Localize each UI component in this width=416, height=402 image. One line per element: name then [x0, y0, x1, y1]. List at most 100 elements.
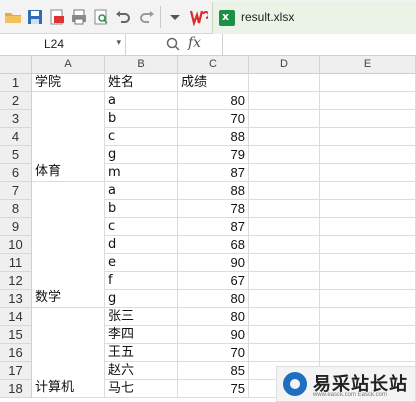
row-header-16[interactable]: 16	[0, 344, 32, 362]
cell-E6[interactable]	[320, 164, 416, 182]
cell-D10[interactable]	[249, 236, 320, 254]
row-header-11[interactable]: 11	[0, 254, 32, 272]
cell-D16[interactable]	[249, 344, 320, 362]
score-cell[interactable]: 70	[178, 344, 249, 362]
cell-E8[interactable]	[320, 200, 416, 218]
cell-E2[interactable]	[320, 92, 416, 110]
cell-E16[interactable]	[320, 344, 416, 362]
cell-D12[interactable]	[249, 272, 320, 290]
cell-D2[interactable]	[249, 92, 320, 110]
header-college[interactable]: 学院	[32, 74, 105, 92]
name-cell[interactable]: 马七	[105, 380, 178, 398]
score-cell[interactable]: 88	[178, 182, 249, 200]
print-preview-icon[interactable]	[92, 8, 110, 26]
cell-D11[interactable]	[249, 254, 320, 272]
row-header-12[interactable]: 12	[0, 272, 32, 290]
cell-D5[interactable]	[249, 146, 320, 164]
cell-E12[interactable]	[320, 272, 416, 290]
more-dropdown-icon[interactable]	[166, 8, 184, 26]
row-header-18[interactable]: 18	[0, 380, 32, 398]
score-cell[interactable]: 79	[178, 146, 249, 164]
file-tab[interactable]: x result.xlsx	[212, 2, 416, 34]
row-header-14[interactable]: 14	[0, 308, 32, 326]
row-header-10[interactable]: 10	[0, 236, 32, 254]
row-header-5[interactable]: 5	[0, 146, 32, 164]
merged-college-cell[interactable]: 体育	[32, 92, 105, 182]
cell-E13[interactable]	[320, 290, 416, 308]
name-cell[interactable]: a	[105, 92, 178, 110]
cell-E15[interactable]	[320, 326, 416, 344]
score-cell[interactable]: 80	[178, 290, 249, 308]
select-all-corner[interactable]	[0, 56, 32, 74]
cell-E9[interactable]	[320, 218, 416, 236]
score-cell[interactable]: 87	[178, 164, 249, 182]
cell-E7[interactable]	[320, 182, 416, 200]
merged-college-cell[interactable]: 数学	[32, 182, 105, 308]
export-pdf-icon[interactable]	[48, 8, 66, 26]
cell-E4[interactable]	[320, 128, 416, 146]
row-header-13[interactable]: 13	[0, 290, 32, 308]
row-header-9[interactable]: 9	[0, 218, 32, 236]
name-cell[interactable]: e	[105, 254, 178, 272]
column-header-E[interactable]: E	[320, 56, 416, 74]
save-icon[interactable]	[26, 8, 44, 26]
name-cell[interactable]: g	[105, 146, 178, 164]
cell-E3[interactable]	[320, 110, 416, 128]
open-folder-icon[interactable]	[4, 8, 22, 26]
row-header-3[interactable]: 3	[0, 110, 32, 128]
formula-input[interactable]	[222, 34, 416, 55]
insert-function-button[interactable]: fx	[188, 35, 201, 51]
name-cell[interactable]: d	[105, 236, 178, 254]
score-cell[interactable]: 88	[178, 128, 249, 146]
merged-college-cell[interactable]: 计算机	[32, 308, 105, 398]
name-cell[interactable]: b	[105, 200, 178, 218]
row-header-15[interactable]: 15	[0, 326, 32, 344]
cell-E10[interactable]	[320, 236, 416, 254]
row-header-17[interactable]: 17	[0, 362, 32, 380]
cell-D13[interactable]	[249, 290, 320, 308]
cell-D1[interactable]	[249, 74, 320, 92]
column-header-D[interactable]: D	[249, 56, 320, 74]
score-cell[interactable]: 85	[178, 362, 249, 380]
cell-D7[interactable]	[249, 182, 320, 200]
cell-E14[interactable]	[320, 308, 416, 326]
row-header-6[interactable]: 6	[0, 164, 32, 182]
zoom-icon[interactable]	[166, 37, 180, 51]
cell-E1[interactable]	[320, 74, 416, 92]
score-cell[interactable]: 90	[178, 254, 249, 272]
cell-E11[interactable]	[320, 254, 416, 272]
redo-icon[interactable]	[138, 8, 156, 26]
cell-D3[interactable]	[249, 110, 320, 128]
name-cell[interactable]: f	[105, 272, 178, 290]
name-cell[interactable]: g	[105, 290, 178, 308]
print-icon[interactable]	[70, 8, 88, 26]
undo-icon[interactable]	[114, 8, 132, 26]
column-header-C[interactable]: C	[178, 56, 249, 74]
cell-D15[interactable]	[249, 326, 320, 344]
name-cell[interactable]: 李四	[105, 326, 178, 344]
wps-logo-icon[interactable]	[190, 8, 208, 26]
cell-D8[interactable]	[249, 200, 320, 218]
score-cell[interactable]: 80	[178, 308, 249, 326]
score-cell[interactable]: 68	[178, 236, 249, 254]
row-header-8[interactable]: 8	[0, 200, 32, 218]
score-cell[interactable]: 78	[178, 200, 249, 218]
name-cell[interactable]: b	[105, 110, 178, 128]
row-header-7[interactable]: 7	[0, 182, 32, 200]
header-score[interactable]: 成绩	[178, 74, 249, 92]
score-cell[interactable]: 90	[178, 326, 249, 344]
column-header-A[interactable]: A	[32, 56, 105, 74]
column-header-B[interactable]: B	[105, 56, 178, 74]
score-cell[interactable]: 67	[178, 272, 249, 290]
header-name[interactable]: 姓名	[105, 74, 178, 92]
row-header-2[interactable]: 2	[0, 92, 32, 110]
name-cell[interactable]: a	[105, 182, 178, 200]
cell-D9[interactable]	[249, 218, 320, 236]
name-cell[interactable]: c	[105, 218, 178, 236]
name-cell[interactable]: 王五	[105, 344, 178, 362]
score-cell[interactable]: 87	[178, 218, 249, 236]
name-box[interactable]: L24 ▾	[0, 34, 126, 55]
name-cell[interactable]: 赵六	[105, 362, 178, 380]
score-cell[interactable]: 70	[178, 110, 249, 128]
name-cell[interactable]: m	[105, 164, 178, 182]
